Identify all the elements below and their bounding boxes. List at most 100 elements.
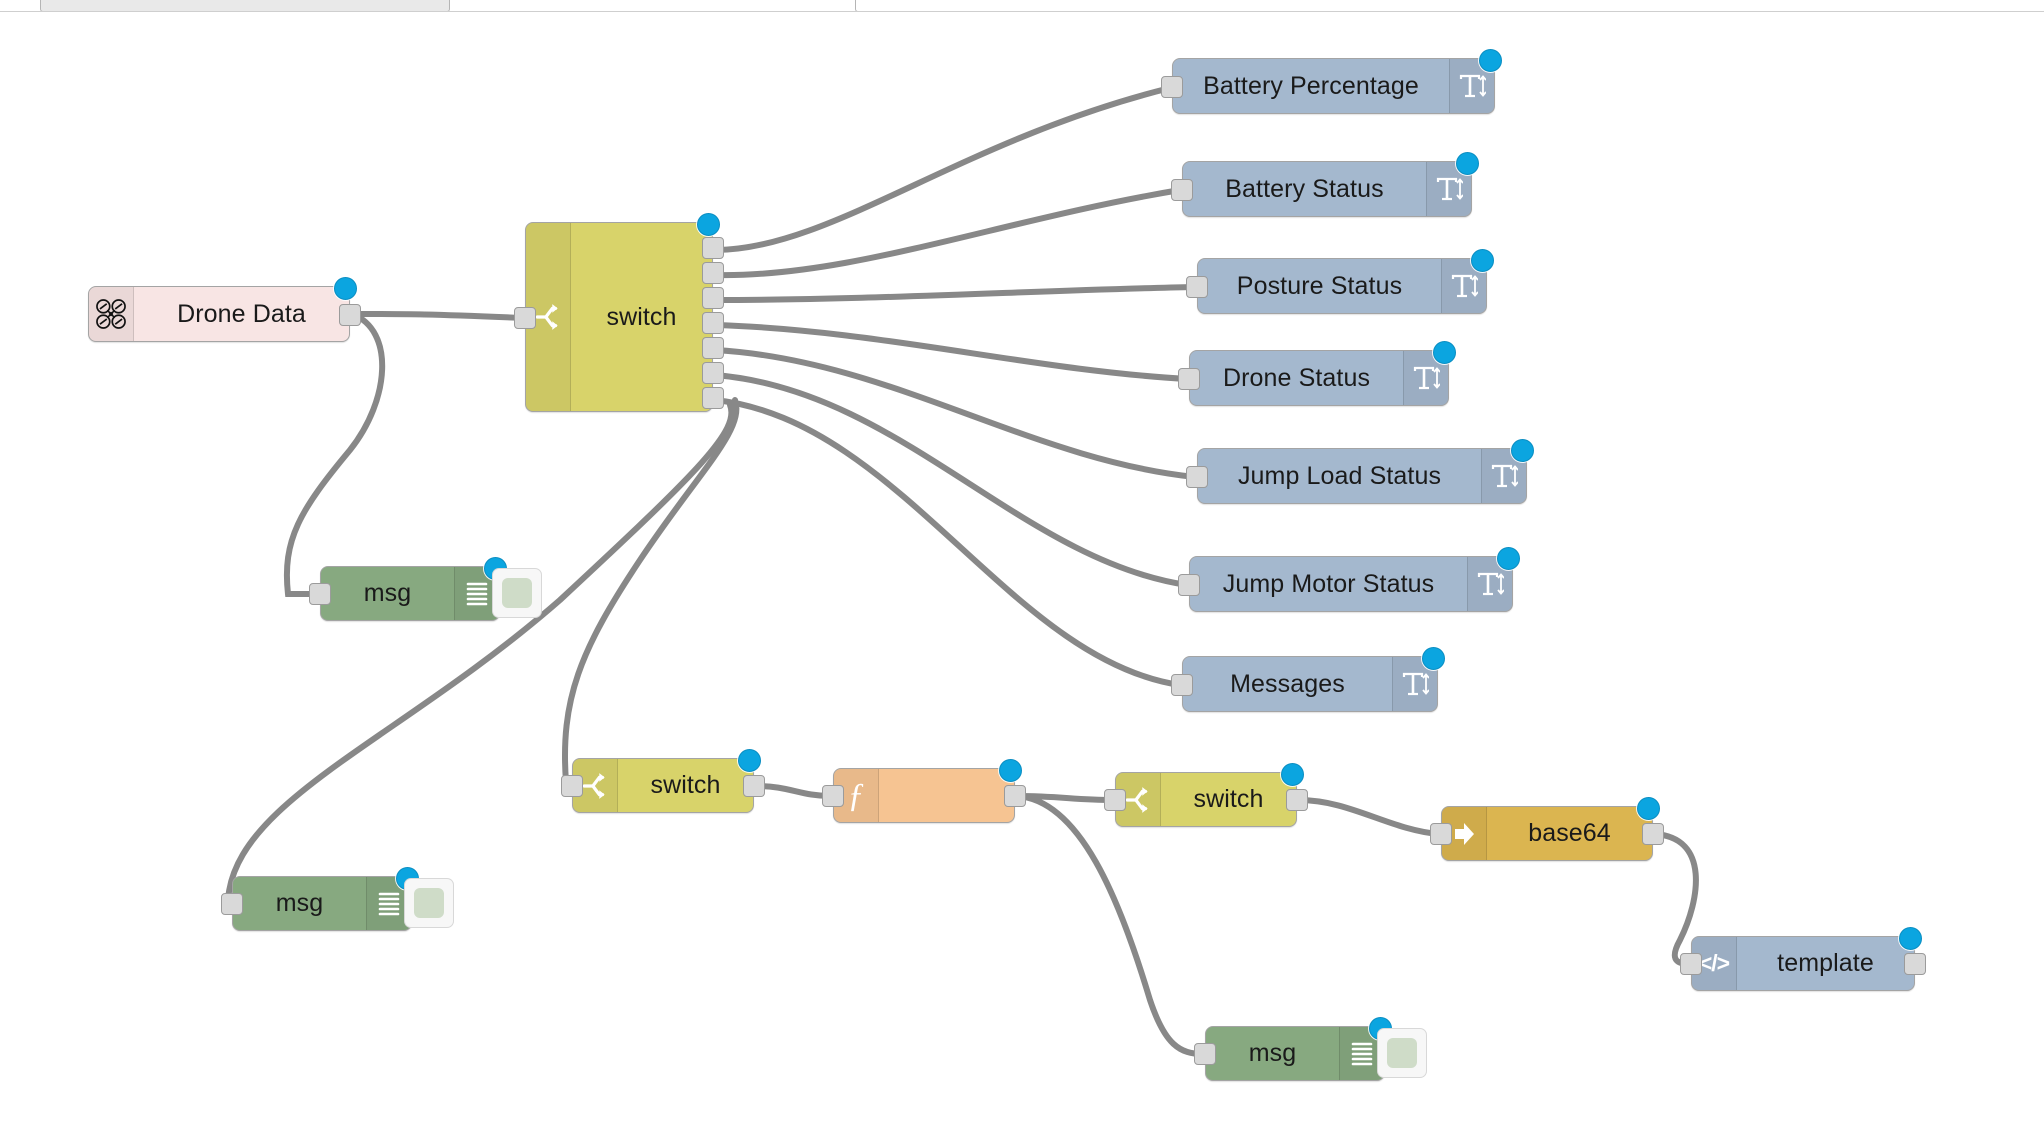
node-switch-2[interactable]: switch [561, 749, 765, 813]
node-label: Drone Data [177, 299, 306, 328]
debug-toggle-button-3[interactable] [1377, 1028, 1427, 1078]
node-label: Battery Percentage [1203, 71, 1419, 100]
node-debug-1[interactable]: msg [309, 557, 507, 621]
status-dot [1471, 249, 1494, 272]
input-port[interactable] [1104, 789, 1126, 811]
node-label: Battery Status [1225, 174, 1384, 203]
input-port[interactable] [822, 785, 844, 807]
output-port[interactable] [1286, 789, 1308, 811]
top-panel-strip [0, 0, 2044, 14]
status-dot [738, 749, 761, 772]
node-jump-motor-status[interactable]: Jump Motor Status [1178, 547, 1520, 612]
node-label: template [1777, 949, 1874, 977]
node-base64[interactable]: base64 [1430, 797, 1664, 861]
flow-canvas[interactable]: Drone Data switch Battery Percentage Bat… [0, 0, 2044, 1132]
output-port[interactable] [1904, 953, 1926, 975]
node-drone-status[interactable]: Drone Status [1178, 341, 1456, 406]
node-battery-status[interactable]: Battery Status [1171, 152, 1479, 217]
function-icon-glyph: ƒ [847, 776, 865, 814]
wire-sw0-battery-percentage [712, 85, 1173, 253]
drone-icon [89, 287, 134, 341]
lines-icon-svg [1351, 1042, 1373, 1065]
input-port[interactable] [1161, 76, 1183, 98]
code-icon-glyph: </> [1698, 950, 1730, 976]
status-dot [1899, 927, 1922, 950]
status-dot [1422, 647, 1445, 670]
output-port-2[interactable] [702, 287, 724, 309]
output-port-0[interactable] [702, 237, 724, 259]
lines-icon-svg [466, 582, 488, 605]
wire-base64-to-template [1652, 831, 1699, 967]
input-port[interactable] [1171, 674, 1193, 696]
output-port[interactable] [1642, 823, 1664, 845]
switch-icon-svg [582, 772, 605, 799]
wire-sw4-jump-load [712, 347, 1198, 480]
wire-sw-to-switch2 [561, 397, 740, 787]
wire-sw3-drone-status [712, 322, 1190, 382]
status-dot [1479, 49, 1502, 72]
wire-switch2-to-function [753, 783, 834, 799]
node-drone-data[interactable]: Drone Data [88, 277, 361, 342]
node-label: msg [275, 889, 324, 917]
lines-icon-svg [378, 892, 400, 915]
node-label: msg [1248, 1039, 1297, 1067]
input-port[interactable] [1194, 1043, 1216, 1065]
input-port[interactable] [1178, 368, 1200, 390]
output-port[interactable] [743, 775, 765, 797]
wire-sw-to-debug2 [224, 402, 735, 906]
node-label: Jump Load Status [1237, 461, 1442, 490]
node-debug-2[interactable]: msg [221, 867, 419, 931]
output-port-1[interactable] [702, 262, 724, 284]
debug-toggle-indicator [414, 888, 444, 918]
status-dot [1281, 763, 1304, 786]
node-template[interactable]: </> template [1680, 927, 1926, 991]
text-icon-svg [1451, 274, 1478, 298]
output-port-5[interactable] [702, 362, 724, 384]
status-dot [1497, 547, 1520, 570]
switch-icon-svg [1125, 786, 1148, 813]
input-port[interactable] [1680, 953, 1702, 975]
input-port[interactable] [1171, 179, 1193, 201]
wire-drone-to-switch [349, 311, 526, 321]
input-port[interactable] [221, 893, 243, 915]
text-icon-svg [1477, 572, 1504, 596]
wire-sw6-messages [712, 397, 1183, 688]
input-port[interactable] [514, 307, 536, 329]
node-function-1[interactable]: ƒ [822, 759, 1026, 823]
wire-switch3-to-base64 [1296, 797, 1442, 837]
wire-sw1-battery-status [712, 187, 1183, 279]
node-messages[interactable]: Messages [1171, 647, 1445, 712]
node-label: Messages [1230, 669, 1345, 698]
output-port-4[interactable] [702, 337, 724, 359]
node-label: switch [1193, 785, 1264, 813]
input-port[interactable] [1186, 466, 1208, 488]
node-debug-3[interactable]: msg [1194, 1017, 1392, 1081]
node-switch-main[interactable]: switch [514, 213, 724, 412]
output-port-3[interactable] [702, 312, 724, 334]
text-icon-svg [1491, 464, 1518, 488]
status-dot [334, 277, 357, 300]
output-port[interactable] [1004, 785, 1026, 807]
wire-function-to-switch3 [1014, 793, 1116, 803]
text-icon-svg [1413, 366, 1440, 390]
debug-toggle-button-1[interactable] [492, 568, 542, 618]
input-port[interactable] [309, 583, 331, 605]
node-label: Drone Status [1222, 363, 1371, 392]
arrow-right-icon-svg [1455, 822, 1474, 845]
node-posture-status[interactable]: Posture Status [1186, 249, 1494, 314]
node-label: Jump Motor Status [1222, 569, 1435, 598]
status-dot [999, 759, 1022, 782]
input-port[interactable] [1178, 574, 1200, 596]
node-jump-load-status[interactable]: Jump Load Status [1186, 439, 1534, 504]
input-port[interactable] [561, 775, 583, 797]
output-port-6[interactable] [702, 387, 724, 409]
node-switch-3[interactable]: switch [1104, 763, 1308, 827]
debug-toggle-button-2[interactable] [404, 878, 454, 928]
output-port[interactable] [339, 304, 361, 326]
input-port[interactable] [1430, 823, 1452, 845]
input-port[interactable] [1186, 276, 1208, 298]
text-icon-svg [1459, 74, 1486, 98]
status-dot [1511, 439, 1534, 462]
wire-function-to-debug3 [1014, 793, 1206, 1057]
node-battery-percentage[interactable]: Battery Percentage [1161, 49, 1502, 114]
